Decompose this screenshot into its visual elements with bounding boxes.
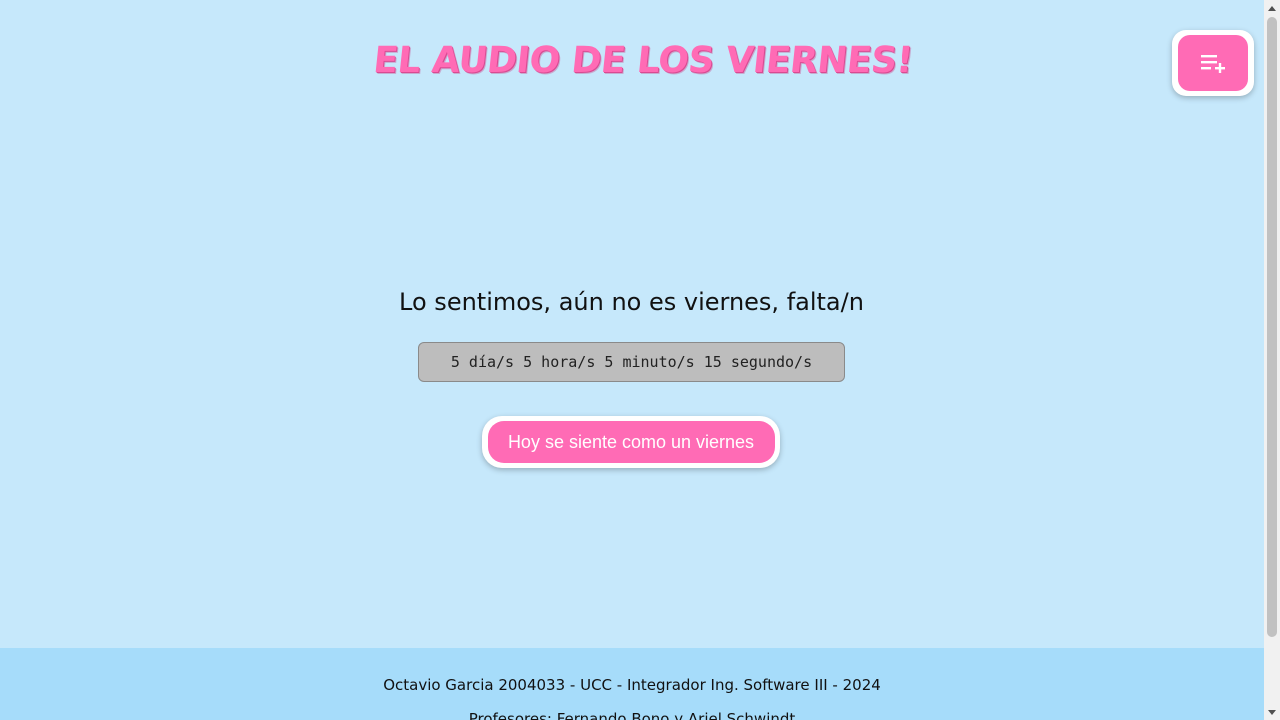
page-title: EL AUDIO DE LOS VIERNES! (371, 40, 915, 81)
feels-like-friday-button[interactable]: Hoy se siente como un viernes (482, 416, 780, 468)
scroll-down-arrow-icon[interactable] (1264, 704, 1280, 720)
countdown-display: 5 día/s 5 hora/s 5 minuto/s 15 segundo/s (418, 342, 845, 382)
add-to-playlist-button[interactable] (1172, 30, 1254, 96)
not-friday-message: Lo sentimos, aún no es viernes, falta/n (399, 288, 864, 316)
playlist-add-icon (1201, 55, 1225, 73)
scroll-up-arrow-icon[interactable] (1264, 0, 1280, 16)
scrollbar-thumb[interactable] (1267, 17, 1277, 637)
add-to-playlist-button-inner[interactable] (1178, 35, 1248, 91)
vertical-scrollbar[interactable] (1264, 0, 1280, 720)
footer-credits: Octavio Garcia 2004033 - UCC - Integrado… (383, 676, 881, 694)
feels-like-friday-label[interactable]: Hoy se siente como un viernes (487, 421, 775, 463)
page: EL AUDIO DE LOS VIERNES! Lo sentimos, aú… (0, 0, 1264, 720)
footer: Octavio Garcia 2004033 - UCC - Integrado… (0, 648, 1264, 720)
footer-professors: Profesores: Fernando Bono y Ariel Schwin… (468, 710, 796, 720)
